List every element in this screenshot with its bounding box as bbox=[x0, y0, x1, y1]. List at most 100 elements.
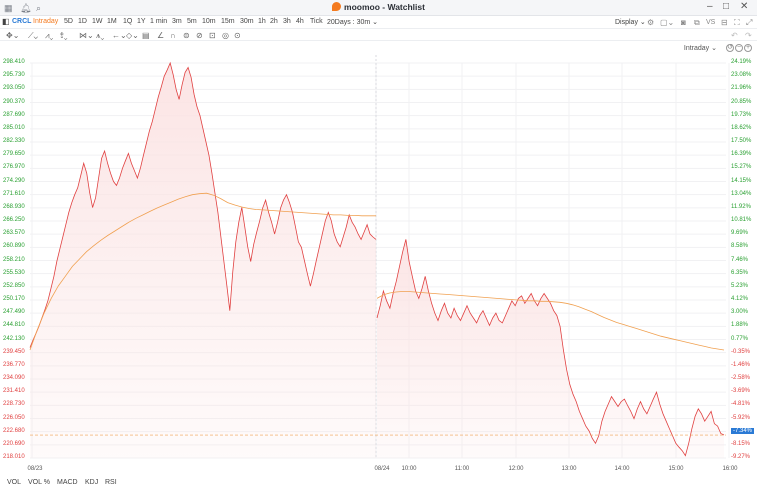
right-axis-tick: -2.58% bbox=[731, 375, 751, 381]
tab-1m[interactable]: 1M bbox=[107, 18, 117, 25]
left-axis-tick: 226.050 bbox=[3, 414, 25, 421]
symbol-label[interactable]: CRCL bbox=[12, 18, 31, 25]
left-axis-tick: 260.890 bbox=[3, 243, 25, 250]
settings-draw-icon[interactable]: ⊙ bbox=[234, 31, 241, 40]
period-dropdown-label: 20Days : 30m bbox=[327, 19, 371, 26]
redo-icon[interactable]: ↷ bbox=[745, 31, 752, 40]
x-axis-label: 08/24 bbox=[374, 466, 390, 472]
zoom-in-icon[interactable]: + bbox=[744, 44, 752, 52]
right-axis-tick: -3.69% bbox=[731, 388, 751, 395]
x-axis-label: 11:00 bbox=[455, 466, 470, 472]
moomoo-logo-icon bbox=[332, 2, 342, 11]
left-axis-tick: 258.210 bbox=[3, 256, 25, 263]
left-axis-tick: 247.490 bbox=[3, 309, 25, 316]
left-axis-tick: 276.970 bbox=[3, 164, 25, 171]
left-axis-tick: 282.330 bbox=[3, 138, 25, 144]
undo-icon[interactable]: ↶ bbox=[731, 31, 738, 40]
layout-toggle-icon[interactable]: ▢⌄ bbox=[660, 18, 674, 27]
tab-kdj[interactable]: KDJ bbox=[85, 479, 98, 486]
tab-tick[interactable]: Tick bbox=[310, 18, 323, 25]
chart-mode-dropdown[interactable]: Intraday ⌄ bbox=[684, 44, 717, 52]
left-axis-tick: 268.930 bbox=[3, 203, 25, 210]
period-dropdown[interactable]: 20Days : 30m ⌄ bbox=[327, 18, 378, 26]
tab-30m[interactable]: 30m bbox=[240, 18, 254, 25]
tab-3m[interactable]: 3m bbox=[172, 18, 182, 25]
trend-tool-icon[interactable]: ⩘⌄ bbox=[45, 31, 53, 40]
tab-intraday[interactable]: Intraday bbox=[33, 18, 58, 25]
left-axis-tick: 242.130 bbox=[3, 335, 25, 342]
minimize-icon[interactable]: – bbox=[707, 1, 713, 12]
arrow-tool-icon[interactable]: ←⌄ bbox=[112, 31, 127, 40]
chevron-down-icon: ⌄ bbox=[639, 19, 646, 26]
tab-5d[interactable]: 5D bbox=[64, 18, 73, 25]
fib-tool-icon[interactable]: ⋈⌄ bbox=[79, 31, 94, 40]
delete-icon[interactable]: ⊡ bbox=[209, 31, 216, 40]
day1-price-area bbox=[30, 63, 376, 458]
left-axis-tick: 279.650 bbox=[3, 151, 25, 158]
right-axis-tick: 1.88% bbox=[731, 322, 749, 329]
left-axis-tick: 274.290 bbox=[3, 177, 25, 184]
display-dropdown[interactable]: Display ⌄ bbox=[615, 18, 646, 26]
layout-icon[interactable]: ◧ bbox=[2, 17, 10, 26]
note-tool-icon[interactable]: ▤ bbox=[142, 31, 150, 40]
left-axis-tick: 228.730 bbox=[3, 401, 25, 408]
right-axis-tick: 16.39% bbox=[731, 151, 752, 158]
right-axis-tick: 24.19% bbox=[731, 59, 752, 65]
x-axis-label: 13:00 bbox=[561, 466, 577, 472]
left-axis-tick: 236.770 bbox=[3, 361, 25, 368]
right-axis-tick: 8.58% bbox=[731, 243, 749, 250]
tab-1h[interactable]: 1h bbox=[258, 18, 266, 25]
period-toolbar: ◧ CRCL Intraday 5D 1D 1W 1M 1Q 1Y 1 min … bbox=[0, 16, 757, 29]
tab-vol-percent[interactable]: VOL % bbox=[28, 479, 50, 486]
app-title-text: moomoo - Watchlist bbox=[344, 2, 425, 12]
tab-vol[interactable]: VOL bbox=[7, 479, 21, 486]
tab-5m[interactable]: 5m bbox=[187, 18, 197, 25]
tab-3h[interactable]: 3h bbox=[283, 18, 291, 25]
intraday-chart[interactable]: 08/23 08/24 10:00 11:00 12:00 13:00 14:00 15:00… bbox=[0, 55, 757, 473]
shape-tool-icon[interactable]: ◇⌄ bbox=[126, 31, 139, 40]
compare-icon[interactable]: ⧉ bbox=[694, 18, 700, 28]
channel-tool-icon[interactable]: ⥉⌄ bbox=[60, 31, 68, 40]
line-tool-icon[interactable]: ⟋⌄ bbox=[28, 31, 38, 40]
zoom-reset-icon[interactable]: ↺ bbox=[726, 44, 734, 52]
pattern-tool-icon[interactable]: ⩚⌄ bbox=[96, 31, 104, 40]
crosshair-icon[interactable]: ✥⌄ bbox=[6, 31, 19, 40]
indicator-tabs: VOL VOL % MACD KDJ RSI bbox=[0, 478, 757, 492]
tab-1d[interactable]: 1D bbox=[78, 18, 87, 25]
right-axis-tick: 17.50% bbox=[731, 138, 752, 144]
tab-1w[interactable]: 1W bbox=[92, 18, 103, 25]
expand-icon[interactable]: ⤢ bbox=[746, 18, 752, 28]
magnet-icon[interactable]: ∩ bbox=[170, 31, 176, 40]
right-axis-tick: 20.85% bbox=[731, 98, 752, 105]
tab-1y[interactable]: 1Y bbox=[137, 18, 146, 25]
hide-icon[interactable]: ⊘ bbox=[196, 31, 203, 40]
split-icon[interactable]: ⊟ bbox=[721, 18, 728, 27]
tab-15m[interactable]: 15m bbox=[221, 18, 235, 25]
lock-icon[interactable]: ⊜ bbox=[183, 31, 190, 40]
title-bar: ▦ 🔔︎ ⌕ moomoo - Watchlist – □ ✕ bbox=[0, 0, 757, 16]
maximize-icon[interactable]: □ bbox=[723, 1, 729, 12]
tab-10m[interactable]: 10m bbox=[202, 18, 216, 25]
zoom-out-icon[interactable]: − bbox=[735, 44, 743, 52]
vs-button[interactable]: VS bbox=[706, 19, 715, 26]
tab-4h[interactable]: 4h bbox=[296, 18, 304, 25]
right-axis-tick: 18.62% bbox=[731, 124, 752, 131]
left-axis-tick: 231.410 bbox=[3, 388, 25, 395]
close-icon[interactable]: ✕ bbox=[740, 1, 748, 12]
right-axis-tick: 19.73% bbox=[731, 111, 752, 118]
tab-1min[interactable]: 1 min bbox=[150, 18, 167, 25]
left-axis-tick: 250.170 bbox=[3, 296, 25, 302]
current-change-badge: -7.34% bbox=[731, 427, 755, 434]
tab-rsi[interactable]: RSI bbox=[105, 479, 117, 486]
camera-icon[interactable]: ◙ bbox=[681, 18, 686, 27]
fullscreen-icon[interactable]: ⛶ bbox=[734, 18, 740, 28]
visibility-icon[interactable]: ◎ bbox=[222, 31, 229, 40]
measure-tool-icon[interactable]: ∠ bbox=[157, 31, 164, 40]
right-axis-tick: -1.46% bbox=[731, 361, 751, 368]
gear-icon[interactable]: ⚙ bbox=[647, 18, 654, 27]
right-axis-tick: 4.12% bbox=[731, 296, 749, 302]
tab-macd[interactable]: MACD bbox=[57, 479, 78, 486]
right-axis-tick: 7.46% bbox=[731, 256, 749, 263]
tab-2h[interactable]: 2h bbox=[270, 18, 278, 25]
tab-1q[interactable]: 1Q bbox=[123, 18, 132, 25]
